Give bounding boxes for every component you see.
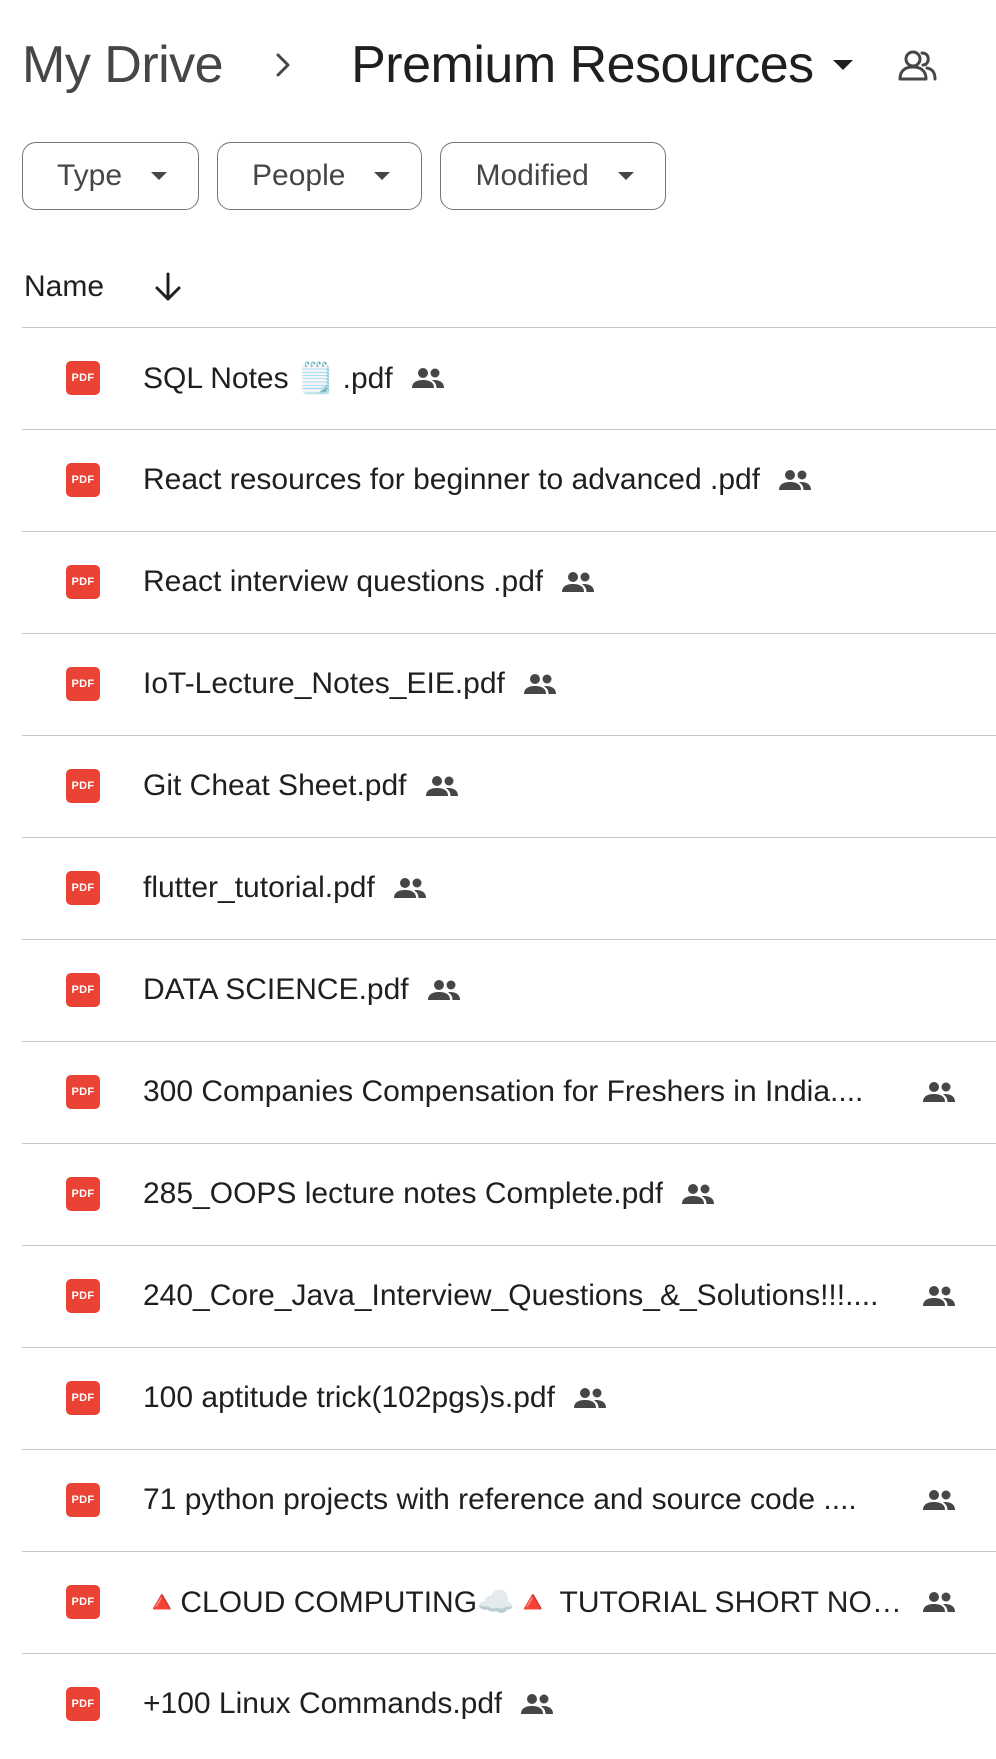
people-icon [425, 774, 461, 798]
file-name: Git Cheat Sheet.pdf [143, 769, 407, 802]
file-name: flutter_tutorial.pdf [143, 871, 375, 904]
pdf-icon: PDF [66, 973, 100, 1007]
pdf-icon: PDF [66, 1279, 100, 1313]
file-row[interactable]: PDF 300 Companies Compensation for Freshe… [22, 1041, 996, 1143]
file-row[interactable]: PDF flutter_tutorial.pdf [22, 837, 996, 939]
pdf-icon: PDF [66, 769, 100, 803]
caret-down-icon [150, 166, 170, 186]
file-name-container: 300 Companies Compensation for Freshers … [143, 1042, 903, 1142]
filter-type-chip[interactable]: Type [22, 142, 200, 210]
pdf-icon: PDF [66, 1585, 100, 1619]
file-row[interactable]: PDF Git Cheat Sheet.pdf [22, 735, 996, 837]
sort-column-label[interactable]: Name [24, 270, 104, 304]
file-name-container: 285_OOPS lecture notes Complete.pdf [143, 1144, 717, 1244]
pdf-icon: PDF [66, 361, 100, 395]
people-icon [573, 1386, 609, 1410]
file-name-container: SQL Notes 🗒️ .pdf [143, 328, 447, 428]
pdf-icon: PDF [66, 1075, 100, 1109]
filter-people-chip[interactable]: People [217, 142, 423, 210]
file-name-container: 240_Core_Java_Interview_Questions_&_Solu… [143, 1246, 903, 1346]
file-name: +100 Linux Commands.pdf [143, 1687, 503, 1720]
folder-menu-button[interactable]: Premium Resources [351, 35, 856, 95]
people-icon [523, 672, 559, 696]
people-icon [922, 1488, 958, 1512]
pdf-icon: PDF [66, 871, 100, 905]
file-name-container: React resources for beginner to advanced… [143, 430, 814, 530]
file-row[interactable]: PDF React resources for beginner to advan… [22, 429, 996, 531]
file-name: 100 aptitude trick(102pgs)s.pdf [143, 1381, 555, 1414]
breadcrumb: My Drive Premium Resources [22, 30, 982, 100]
people-icon [411, 366, 447, 390]
file-row[interactable]: PDF React interview questions .pdf [22, 531, 996, 633]
file-name: SQL Notes 🗒️ .pdf [143, 361, 393, 395]
file-row[interactable]: PDF 100 aptitude trick(102pgs)s.pdf [22, 1347, 996, 1449]
file-name-container: +100 Linux Commands.pdf [143, 1654, 556, 1754]
filter-bar: Type People Modified [22, 142, 666, 210]
file-name: 300 Companies Compensation for Freshers … [143, 1075, 864, 1108]
filter-type-label: Type [57, 159, 123, 192]
filter-modified-label: Modified [475, 159, 589, 192]
pdf-icon: PDF [66, 1381, 100, 1415]
chevron-right-icon [263, 45, 303, 85]
people-icon [427, 978, 463, 1002]
pdf-icon: PDF [66, 565, 100, 599]
file-name-container: React interview questions .pdf [143, 532, 597, 632]
file-name-container: 🔺CLOUD COMPUTING☁️🔺 TUTORIAL SHORT NOT..… [143, 1552, 903, 1652]
shared-folder-icon[interactable] [896, 43, 940, 87]
pdf-icon: PDF [66, 1177, 100, 1211]
people-icon [922, 1590, 958, 1614]
file-name: DATA SCIENCE.pdf [143, 973, 409, 1006]
file-name: React resources for beginner to advanced… [143, 463, 761, 496]
file-name: IoT-Lecture_Notes_EIE.pdf [143, 667, 505, 700]
file-name-container: 100 aptitude trick(102pgs)s.pdf [143, 1348, 609, 1448]
file-name: 240_Core_Java_Interview_Questions_&_Solu… [143, 1279, 879, 1312]
file-name: 🔺CLOUD COMPUTING☁️🔺 TUTORIAL SHORT NOT..… [143, 1585, 903, 1619]
people-icon [393, 876, 429, 900]
file-name: React interview questions .pdf [143, 565, 544, 598]
breadcrumb-current: Premium Resources [351, 36, 814, 94]
pdf-icon: PDF [66, 1687, 100, 1721]
file-row[interactable]: PDF +100 Linux Commands.pdf [22, 1653, 996, 1755]
people-icon [520, 1692, 556, 1716]
file-name-container: IoT-Lecture_Notes_EIE.pdf [143, 634, 559, 734]
file-row[interactable]: PDF SQL Notes 🗒️ .pdf [22, 327, 996, 429]
breadcrumb-root[interactable]: My Drive [22, 35, 224, 95]
file-row[interactable]: PDF 285_OOPS lecture notes Complete.pdf [22, 1143, 996, 1245]
filter-people-label: People [252, 159, 346, 192]
people-icon [681, 1182, 717, 1206]
filter-modified-chip[interactable]: Modified [440, 142, 666, 210]
file-name-container: 71 python projects with reference and so… [143, 1450, 903, 1550]
pdf-icon: PDF [66, 667, 100, 701]
file-name-container: DATA SCIENCE.pdf [143, 940, 463, 1040]
file-name-container: Git Cheat Sheet.pdf [143, 736, 461, 836]
file-row[interactable]: PDF IoT-Lecture_Notes_EIE.pdf [22, 633, 996, 735]
pdf-icon: PDF [66, 463, 100, 497]
file-row[interactable]: PDF 71 python projects with reference and… [22, 1449, 996, 1551]
arrow-down-icon[interactable] [152, 271, 184, 303]
people-icon [561, 570, 597, 594]
file-row[interactable]: PDF 🔺CLOUD COMPUTING☁️🔺 TUTORIAL SHORT NO… [22, 1551, 996, 1653]
caret-down-icon [373, 166, 393, 186]
people-icon [922, 1284, 958, 1308]
people-icon [778, 468, 814, 492]
caret-down-icon [832, 53, 856, 77]
file-list: PDF SQL Notes 🗒️ .pdf PDF React resources f… [22, 327, 996, 1755]
pdf-icon: PDF [66, 1483, 100, 1517]
people-icon [922, 1080, 958, 1104]
file-name: 71 python projects with reference and so… [143, 1483, 857, 1516]
file-name: 285_OOPS lecture notes Complete.pdf [143, 1177, 664, 1210]
file-name-container: flutter_tutorial.pdf [143, 838, 429, 938]
file-row[interactable]: PDF 240_Core_Java_Interview_Questions_&_S… [22, 1245, 996, 1347]
sort-header: Name [24, 262, 184, 312]
caret-down-icon [617, 166, 637, 186]
file-row[interactable]: PDF DATA SCIENCE.pdf [22, 939, 996, 1041]
